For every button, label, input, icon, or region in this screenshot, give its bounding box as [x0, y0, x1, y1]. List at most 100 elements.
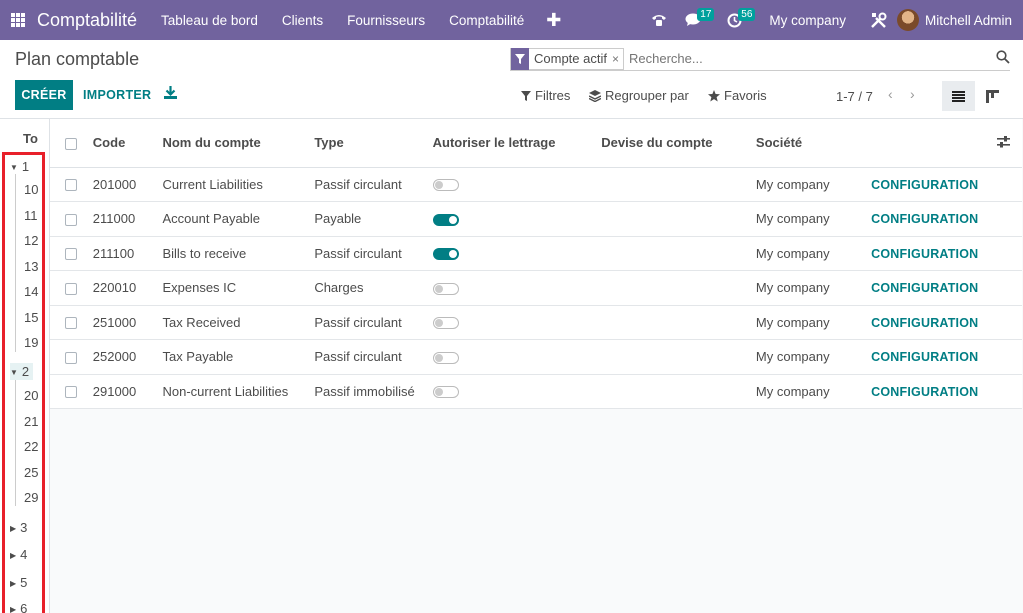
- filters-label: Filtres: [535, 88, 571, 103]
- reconcile-toggle[interactable]: [432, 386, 459, 399]
- kanban-view-button[interactable]: [978, 81, 1006, 111]
- cell-currency: [601, 201, 756, 237]
- column-currency[interactable]: Devise du compte: [601, 119, 756, 168]
- row-checkbox[interactable]: [65, 213, 77, 226]
- filter-icon: [521, 90, 531, 101]
- cell-company: My company: [755, 167, 872, 202]
- table-header-row: Code Nom du compte Type Autoriser le let…: [50, 119, 1022, 168]
- configuration-button[interactable]: CONFIGURATION: [871, 178, 978, 192]
- column-company[interactable]: Société: [755, 119, 872, 168]
- group-by-button[interactable]: Regrouper par: [589, 88, 689, 103]
- column-name[interactable]: Nom du compte: [162, 119, 315, 168]
- pager-next-icon[interactable]: ›: [910, 86, 915, 102]
- select-all-checkbox[interactable]: [65, 137, 77, 150]
- configuration-button[interactable]: CONFIGURATION: [871, 385, 978, 399]
- column-reconcile[interactable]: Autoriser le lettrage: [432, 119, 602, 168]
- download-icon[interactable]: [164, 86, 177, 102]
- table-row[interactable]: 291000 Non-current Liabilities Passif im…: [50, 374, 1022, 409]
- cell-company: My company: [755, 236, 872, 271]
- cell-type: Passif circulant: [314, 305, 433, 340]
- cell-company: My company: [755, 305, 872, 340]
- plus-icon[interactable]: ✚: [536, 10, 571, 31]
- top-navbar: Comptabilité Tableau de bord Clients Fou…: [0, 0, 1023, 40]
- cell-type: Payable: [314, 201, 433, 237]
- tools-icon[interactable]: [860, 0, 897, 40]
- cell-currency: [601, 236, 756, 271]
- cell-company: My company: [755, 374, 872, 409]
- menu-customers[interactable]: Clients: [270, 13, 335, 28]
- row-checkbox[interactable]: [65, 179, 77, 192]
- cell-currency: [601, 339, 756, 375]
- reconcile-toggle[interactable]: [432, 179, 459, 192]
- row-checkbox[interactable]: [65, 317, 77, 330]
- company-switcher[interactable]: My company: [751, 13, 860, 28]
- optional-columns-cell: [997, 119, 1022, 168]
- menu-dashboard[interactable]: Tableau de bord: [149, 13, 270, 28]
- cell-currency: [601, 270, 756, 306]
- group-by-label: Regrouper par: [605, 88, 689, 103]
- activity-clock-icon[interactable]: 56: [718, 0, 756, 40]
- import-button[interactable]: IMPORTER: [83, 80, 151, 110]
- chat-icon[interactable]: 17: [676, 0, 715, 40]
- table-row[interactable]: 251000 Tax Received Passif circulant My …: [50, 305, 1022, 340]
- facet-remove-icon[interactable]: ×: [612, 52, 623, 66]
- reconcile-toggle[interactable]: [432, 248, 459, 261]
- table-row[interactable]: 211100 Bills to receive Passif circulant…: [50, 236, 1022, 271]
- reconcile-toggle[interactable]: [432, 213, 459, 226]
- favorites-button[interactable]: Favoris: [708, 88, 767, 103]
- kanban-view-icon: [985, 89, 999, 103]
- cell-code: 220010: [92, 270, 163, 306]
- phone-icon[interactable]: [642, 0, 676, 40]
- select-all-cell: [50, 119, 93, 168]
- table-row[interactable]: 220010 Expenses IC Charges My company CO…: [50, 270, 1022, 306]
- configuration-button[interactable]: CONFIGURATION: [871, 212, 978, 226]
- cell-currency: [601, 305, 756, 340]
- cell-name: Expenses IC: [162, 270, 315, 306]
- reconcile-toggle[interactable]: [432, 317, 459, 330]
- menu-accounting[interactable]: Comptabilité: [437, 13, 536, 28]
- configuration-button[interactable]: CONFIGURATION: [871, 350, 978, 364]
- cell-company: My company: [755, 339, 872, 375]
- reconcile-toggle[interactable]: [432, 282, 459, 295]
- cell-name: Non-current Liabilities: [162, 374, 315, 409]
- cell-type: Charges: [314, 270, 433, 306]
- search-input[interactable]: [629, 51, 969, 66]
- user-avatar[interactable]: [896, 9, 919, 31]
- configuration-button[interactable]: CONFIGURATION: [871, 316, 978, 330]
- layers-icon: [589, 89, 601, 102]
- app-brand[interactable]: Comptabilité: [37, 10, 137, 31]
- optional-columns-icon[interactable]: [997, 135, 1010, 151]
- configuration-button[interactable]: CONFIGURATION: [871, 247, 978, 261]
- highlight-frame: [2, 152, 45, 613]
- filters-button[interactable]: Filtres: [521, 88, 570, 103]
- cell-type: Passif immobilisé: [314, 374, 433, 409]
- row-checkbox[interactable]: [65, 351, 77, 364]
- filter-icon: [511, 47, 529, 70]
- search-bar: Compte actif ×: [510, 47, 1010, 71]
- user-menu[interactable]: Mitchell Admin: [925, 13, 1023, 28]
- table-row[interactable]: 201000 Current Liabilities Passif circul…: [50, 167, 1022, 202]
- list-view-button[interactable]: [942, 81, 975, 111]
- search-icon[interactable]: [996, 49, 1010, 68]
- table-row[interactable]: 252000 Tax Payable Passif circulant My c…: [50, 339, 1022, 375]
- cell-currency: [601, 374, 756, 409]
- row-checkbox[interactable]: [65, 248, 77, 261]
- cell-code: 251000: [92, 305, 163, 340]
- column-code[interactable]: Code: [92, 119, 163, 168]
- pager-value[interactable]: 1-7 / 7: [836, 89, 873, 104]
- table-row[interactable]: 211000 Account Payable Payable My compan…: [50, 201, 1022, 237]
- pager-previous-icon[interactable]: ‹: [888, 86, 893, 102]
- cell-code: 211100: [92, 236, 163, 271]
- menu-vendors[interactable]: Fournisseurs: [335, 13, 437, 28]
- create-button[interactable]: CRÉER: [15, 80, 73, 110]
- row-checkbox[interactable]: [65, 282, 77, 295]
- row-checkbox[interactable]: [65, 386, 77, 399]
- reconcile-toggle[interactable]: [432, 351, 459, 364]
- action-column-header: [871, 119, 997, 168]
- column-type[interactable]: Type: [314, 119, 433, 168]
- apps-menu-icon[interactable]: [11, 13, 25, 27]
- search-facet: Compte actif ×: [510, 47, 624, 70]
- navbar-systray: 17 56 My company Mitchell Admin: [642, 0, 1023, 40]
- configuration-button[interactable]: CONFIGURATION: [871, 281, 978, 295]
- list-view-icon: [952, 90, 965, 102]
